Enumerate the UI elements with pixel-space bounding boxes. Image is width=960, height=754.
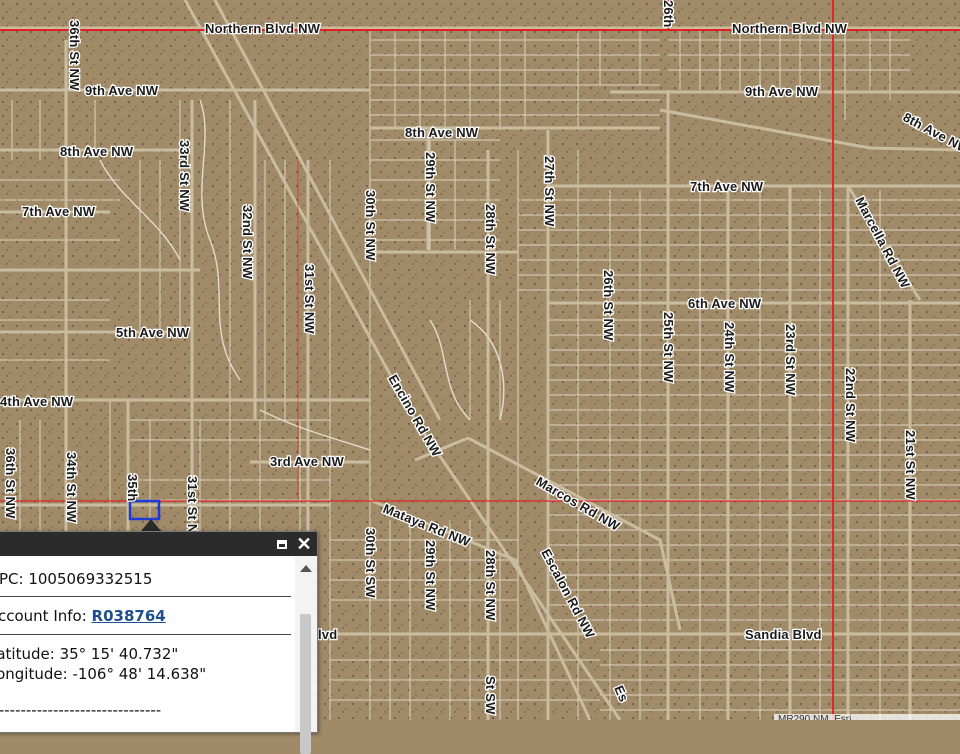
street-label: 29th St NW: [423, 152, 438, 223]
map-attribution: MR290 NM, Esri: [774, 714, 960, 720]
street-label: 31st St NW: [302, 264, 317, 334]
street-label: St SW: [483, 676, 498, 715]
street-label: 35th: [125, 474, 140, 502]
street-label: 26th St NW: [601, 270, 616, 341]
account-row: Account Info: R038764: [0, 607, 166, 625]
street-label: 33rd St NW: [177, 140, 192, 212]
maximize-icon[interactable]: [273, 535, 291, 553]
street-label: 27th St NW: [542, 156, 557, 227]
street-label: 29th St NW: [423, 540, 438, 611]
close-icon[interactable]: ✕: [295, 535, 313, 553]
street-label: 28th St NW: [483, 204, 498, 275]
divider: [0, 634, 291, 635]
popup-header: ✕: [0, 532, 317, 556]
upc-value: 1005069332515: [28, 570, 153, 588]
street-label: 36th St NW: [67, 20, 82, 91]
street-label: Northern Blvd NW: [205, 21, 321, 36]
longitude-row: Longitude: -106° 48' 14.638": [0, 665, 206, 683]
divider: [0, 596, 291, 597]
street-label: 21st St NW: [903, 430, 918, 500]
street-label: 34th St NW: [64, 452, 79, 523]
street-label: 28th St NW: [483, 550, 498, 621]
street-label: 4th Ave NW: [0, 394, 74, 409]
account-link[interactable]: R038764: [92, 607, 166, 625]
latitude-row: Latitude: 35° 15' 40.732": [0, 645, 178, 663]
street-label: 23rd St NW: [783, 324, 798, 396]
street-label: 9th Ave NW: [745, 84, 819, 99]
street-label: 30th St SW: [363, 528, 378, 598]
street-label: 5th Ave NW: [116, 325, 190, 340]
upc-label: UPC:: [0, 570, 24, 588]
street-label: 9th Ave NW: [85, 83, 159, 98]
street-label: 8th Ave NW: [405, 125, 479, 140]
popup-content: UPC: 1005069332515 Account Info: R038764…: [0, 556, 295, 732]
street-label: 30th St NW: [363, 190, 378, 261]
street-label: 25th St NW: [661, 312, 676, 383]
street-label: Sandia Blvd: [745, 627, 822, 642]
account-label: Account Info:: [0, 607, 87, 625]
popup-pointer: [141, 519, 161, 531]
upc-row: UPC: 1005069332515: [0, 570, 152, 588]
street-label: 6th Ave NW: [688, 296, 762, 311]
popup-scrollbar[interactable]: [295, 556, 317, 754]
street-label: 7th Ave NW: [690, 179, 764, 194]
scroll-up-icon[interactable]: [300, 565, 312, 572]
latitude-label: Latitude:: [0, 645, 55, 663]
street-label: 26th: [661, 0, 676, 28]
latitude-value: 35° 15' 40.732": [59, 645, 179, 663]
longitude-label: Longitude:: [0, 665, 68, 683]
street-label: 3rd Ave NW: [270, 454, 345, 469]
street-label: 24th St NW: [722, 322, 737, 393]
separator-line: --------------------------------: [0, 701, 162, 719]
scroll-thumb[interactable]: [300, 614, 311, 754]
street-label: 36th St NW: [3, 448, 18, 519]
parcel-info-popup: ✕ UPC: 1005069332515 Account Info: R0387…: [0, 531, 318, 754]
street-label: 8th Ave NW: [60, 144, 134, 159]
street-label: 7th Ave NW: [22, 204, 96, 219]
street-label: Northern Blvd NW: [732, 21, 848, 36]
street-label: lvd: [318, 627, 337, 642]
street-label: 22nd St NW: [843, 368, 858, 443]
street-label: 32nd St NW: [240, 205, 255, 280]
longitude-value: -106° 48' 14.638": [72, 665, 207, 683]
